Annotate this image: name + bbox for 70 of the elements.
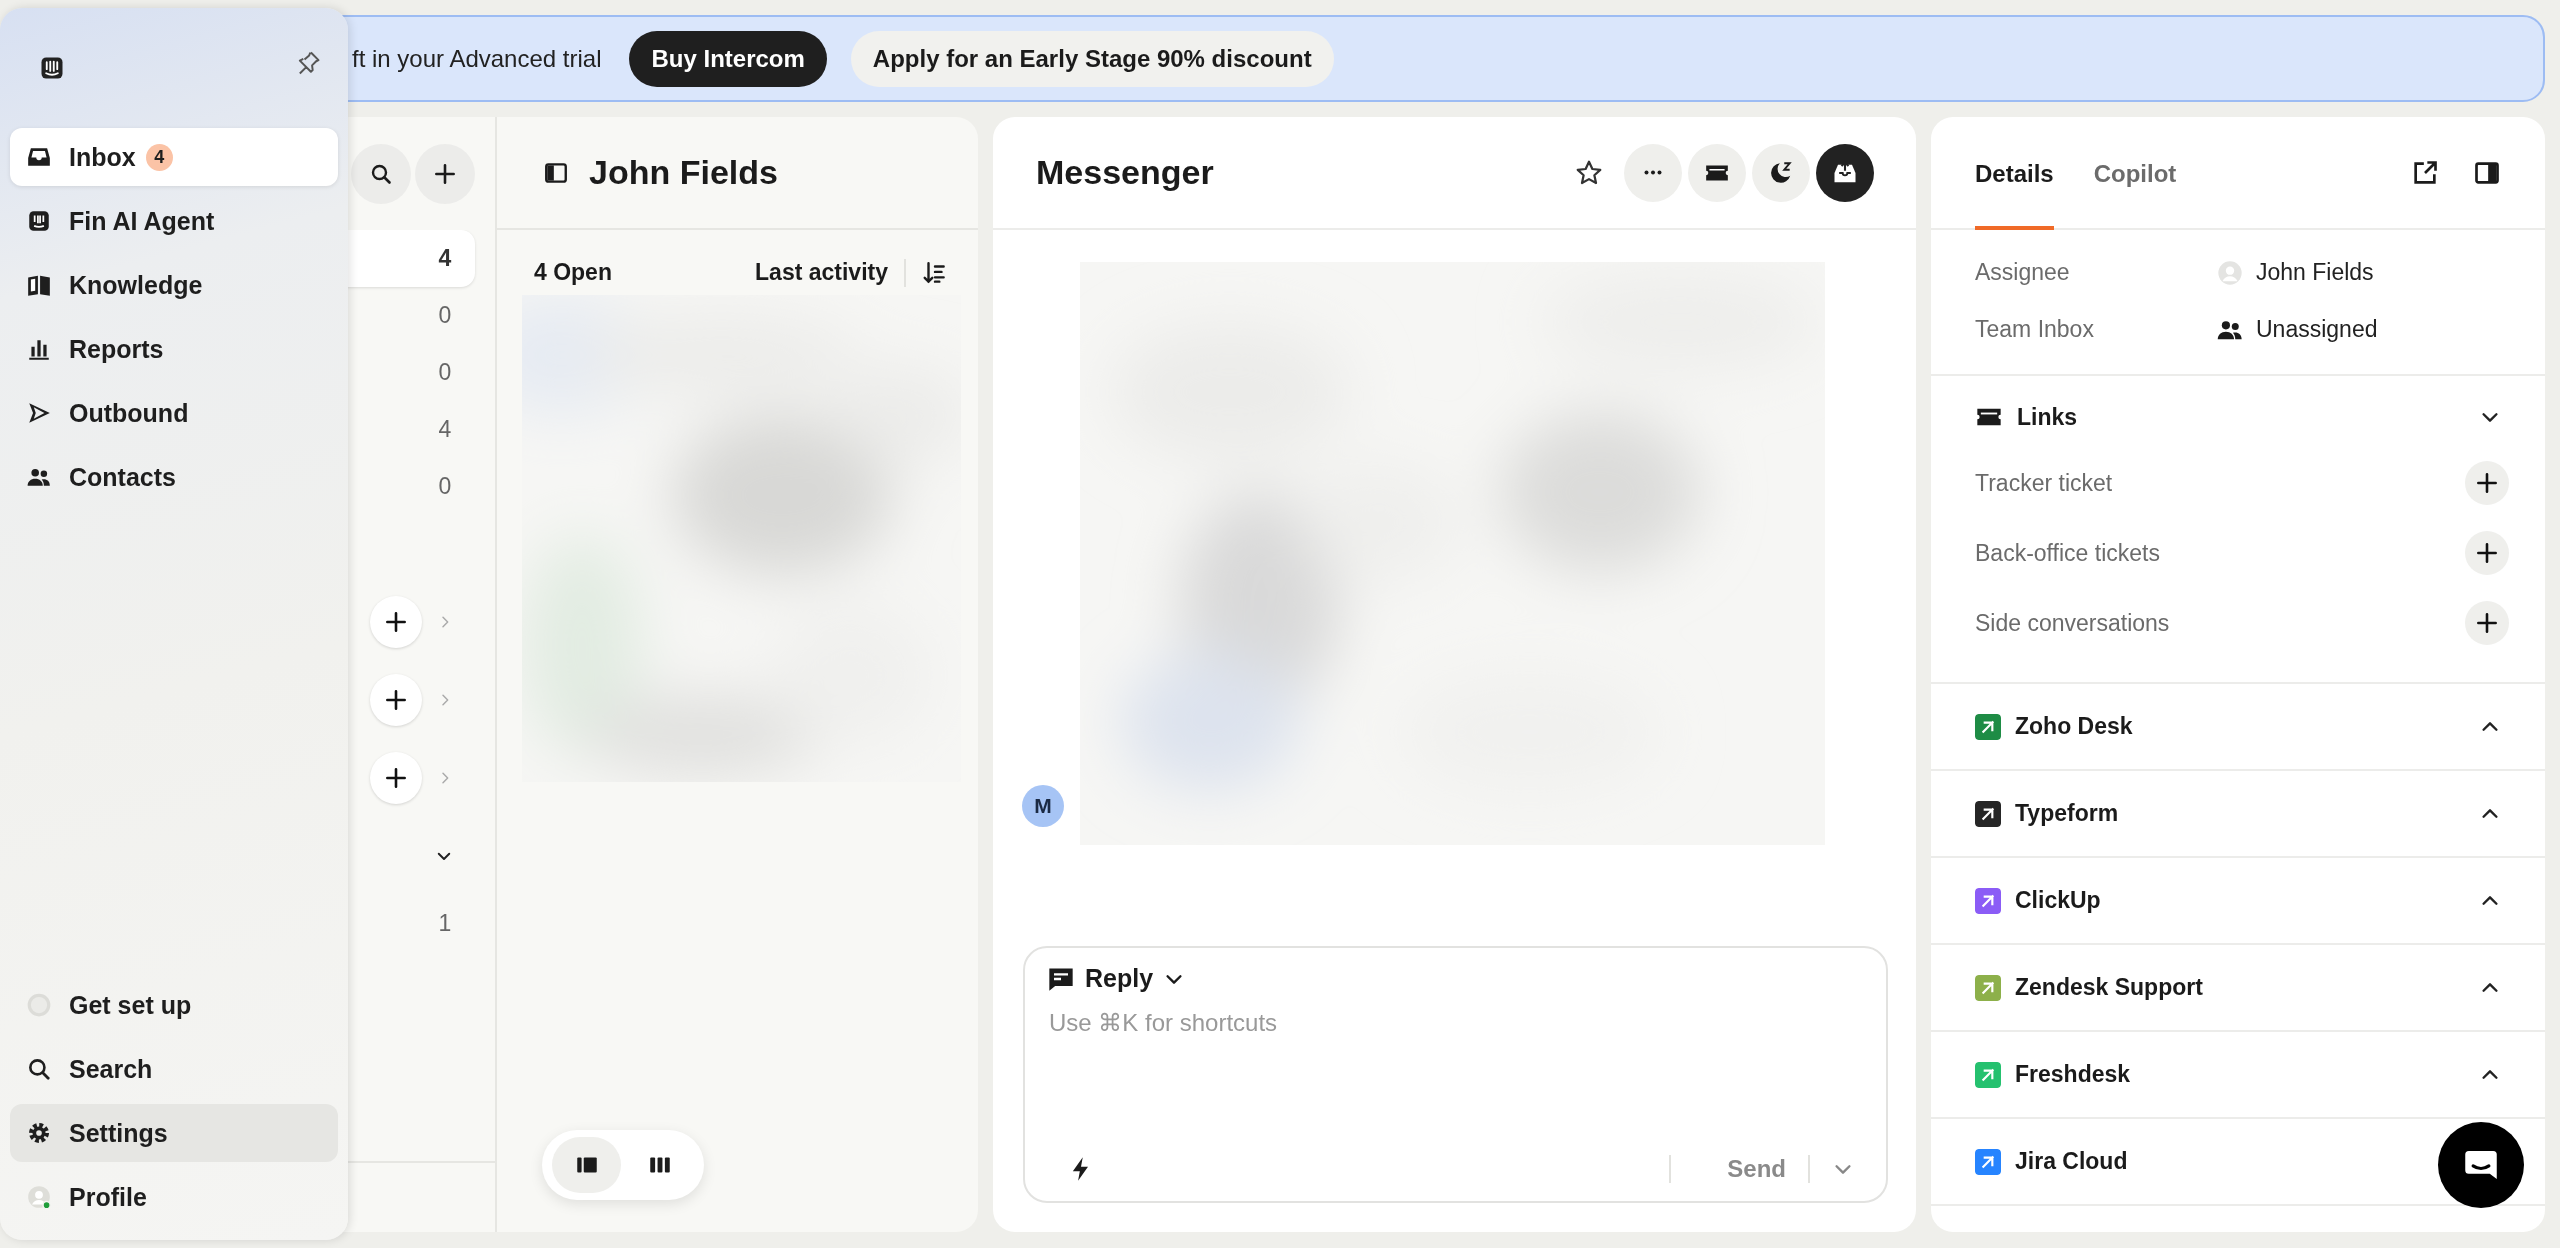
conversation-title: Messenger — [1036, 153, 1214, 192]
link-label: Back-office tickets — [1975, 539, 2160, 567]
settings-icon — [26, 1120, 52, 1146]
robot-icon — [26, 208, 52, 234]
buy-button[interactable]: Buy Intercom — [629, 30, 827, 87]
nav-item[interactable]: Contacts — [10, 448, 338, 506]
app-name: Zendesk Support — [2015, 974, 2203, 1001]
link-label: Tracker ticket — [1975, 469, 2113, 497]
sort-order-button[interactable] — [922, 259, 948, 286]
plus-icon — [2474, 470, 2500, 496]
plus-icon — [383, 765, 409, 791]
send-icon — [26, 400, 52, 426]
count: 4 — [437, 416, 453, 443]
plus-icon — [383, 609, 409, 635]
attribute-value: John Fields — [2256, 259, 2374, 286]
plus-icon — [2474, 540, 2500, 566]
nav-item[interactable]: Reports — [10, 320, 338, 378]
nav-item[interactable]: Profile — [10, 1168, 338, 1226]
count: 0 — [437, 302, 453, 329]
nav-item[interactable]: Knowledge — [10, 256, 338, 314]
plus-icon — [2474, 610, 2500, 636]
attribute-label: Team Inbox — [1975, 316, 2095, 343]
details-tab[interactable]: Copilot — [2093, 117, 2177, 230]
nav-item[interactable]: Fin AI Agent — [10, 192, 338, 250]
external-link-icon — [2411, 158, 2439, 187]
moon-icon — [1768, 159, 1794, 186]
add-button[interactable] — [370, 752, 422, 804]
view-option[interactable] — [552, 1137, 621, 1193]
count-badge: 4 — [145, 143, 173, 171]
search-icon — [26, 1056, 52, 1082]
app-name: Typeform — [2015, 800, 2119, 827]
open-external-button[interactable] — [2411, 158, 2439, 187]
count: 0 — [437, 473, 453, 500]
app-name: Zoho Desk — [2015, 713, 2133, 740]
nav-item[interactable]: Inbox 4 — [10, 128, 338, 186]
sort-dropdown[interactable]: Last activity — [755, 259, 888, 286]
add-button[interactable] — [370, 674, 422, 726]
count: 4 — [437, 245, 453, 272]
details-tab[interactable]: Details — [1975, 117, 2054, 230]
link-label: Side conversations — [1975, 609, 2170, 637]
app-name: Jira Cloud — [2015, 1148, 2128, 1175]
add-button[interactable] — [2465, 461, 2509, 505]
count: 0 — [437, 359, 453, 386]
nav-item[interactable]: Search — [10, 1040, 338, 1098]
conversation-list-title: John Fields — [589, 153, 778, 192]
add-button[interactable] — [2465, 531, 2509, 575]
avatar-icon — [2216, 258, 2244, 287]
nav-item[interactable]: Settings — [10, 1104, 338, 1162]
discount-button[interactable]: Apply for an Early Stage 90% discount — [850, 30, 1334, 87]
app-name: Freshdesk — [2015, 1061, 2131, 1088]
close-button[interactable] — [1816, 143, 1874, 202]
avatar-icon — [26, 1184, 52, 1210]
status-filter[interactable]: 4 Open — [534, 259, 612, 286]
reply-mode-dropdown[interactable]: Reply — [1047, 964, 1186, 993]
sort-icon — [922, 259, 948, 286]
nav-item[interactable]: Outbound — [10, 384, 338, 442]
circle-icon — [26, 992, 52, 1018]
add-button[interactable] — [370, 596, 422, 648]
more-icon — [1643, 170, 1663, 175]
user-avatar: M — [1022, 785, 1064, 827]
section-title: Links — [2017, 403, 2078, 431]
app-name: ClickUp — [2015, 887, 2101, 914]
message-field[interactable]: Use ⌘K for shortcuts — [1047, 1009, 1864, 1049]
add-button[interactable] — [2465, 601, 2509, 645]
nav-item[interactable]: Get set up — [10, 976, 338, 1034]
count: 1 — [437, 910, 453, 937]
attribute-value: Unassigned — [2256, 316, 2378, 343]
banner-text: ft in your Advanced trial — [352, 44, 602, 73]
plus-icon — [383, 687, 409, 713]
attribute-label: Assignee — [1975, 259, 2071, 286]
